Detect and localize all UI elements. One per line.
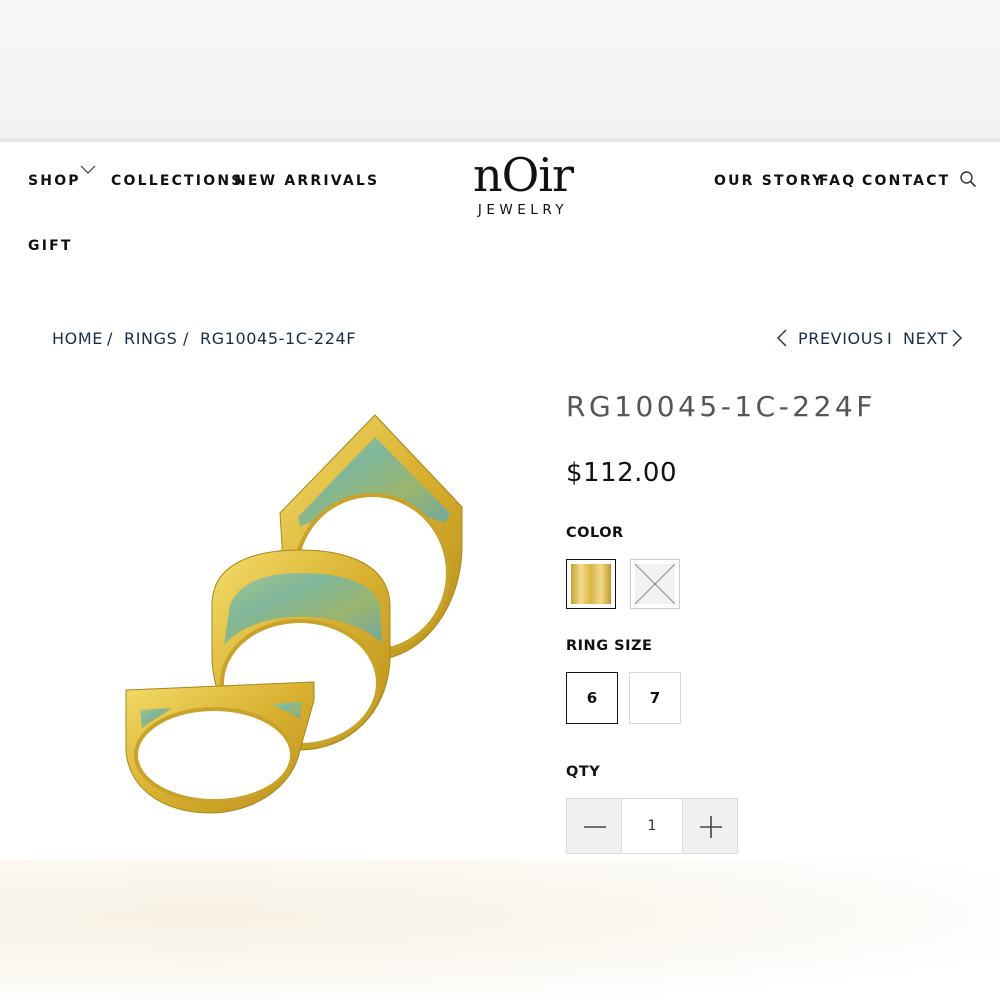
nav-new-arrivals[interactable]: NEW ARRIVALS: [234, 173, 379, 189]
site-logo[interactable]: nOir JEWELRY: [450, 150, 596, 226]
color-swatch-unavailable[interactable]: [630, 559, 680, 609]
size-option-6[interactable]: 6: [566, 672, 618, 724]
next-link[interactable]: NEXT: [903, 329, 948, 348]
logo-wordmark: nOir: [472, 148, 574, 202]
qty-input[interactable]: [622, 798, 682, 854]
logo-subtitle: JEWELRY: [477, 202, 569, 218]
qty-decrease-button[interactable]: [566, 798, 622, 854]
nav-gift[interactable]: GIFT: [28, 238, 73, 254]
quantity-stepper: [566, 798, 738, 854]
chevron-left-icon[interactable]: [776, 328, 788, 348]
ring-size-label: RING SIZE: [566, 638, 653, 654]
gold-swatch-icon: [571, 564, 611, 604]
color-label: COLOR: [566, 525, 624, 541]
breadcrumb-home[interactable]: HOME: [52, 329, 103, 348]
bottom-fade: [0, 860, 1000, 1000]
ring-bar: [125, 681, 315, 814]
product-image[interactable]: [100, 395, 500, 835]
product-page: SHOP COLLECTIONS NEW ARRIVALS GIFT nOir …: [0, 0, 1000, 1000]
previous-link[interactable]: PREVIOUS: [798, 329, 884, 348]
size-option-7[interactable]: 7: [629, 672, 681, 724]
nav-contact[interactable]: CONTACT: [862, 173, 950, 189]
qty-increase-button[interactable]: [682, 798, 738, 854]
plus-icon: [700, 816, 722, 838]
crossed-out-icon: [635, 564, 675, 604]
nav-collections[interactable]: COLLECTIONS: [111, 173, 244, 189]
breadcrumb-rings[interactable]: RINGS: [124, 329, 177, 348]
breadcrumb-separator: /: [107, 329, 113, 348]
nav-our-story[interactable]: OUR STORY: [714, 173, 824, 189]
top-banner: [0, 0, 1000, 142]
product-title: RG10045-1C-224F: [566, 390, 876, 423]
product-price: $112.00: [566, 458, 678, 488]
pagination-separator: I: [887, 329, 893, 348]
search-icon[interactable]: [959, 170, 977, 188]
nav-shop[interactable]: SHOP: [28, 173, 81, 189]
color-swatch-gold[interactable]: [566, 559, 616, 609]
breadcrumb-separator: /: [183, 329, 189, 348]
qty-label: QTY: [566, 764, 601, 780]
minus-icon: [584, 826, 606, 828]
chevron-down-icon[interactable]: [80, 164, 96, 176]
nav-faq[interactable]: FAQ: [819, 173, 856, 189]
chevron-right-icon[interactable]: [951, 328, 963, 348]
breadcrumb-current: RG10045-1C-224F: [200, 329, 357, 348]
